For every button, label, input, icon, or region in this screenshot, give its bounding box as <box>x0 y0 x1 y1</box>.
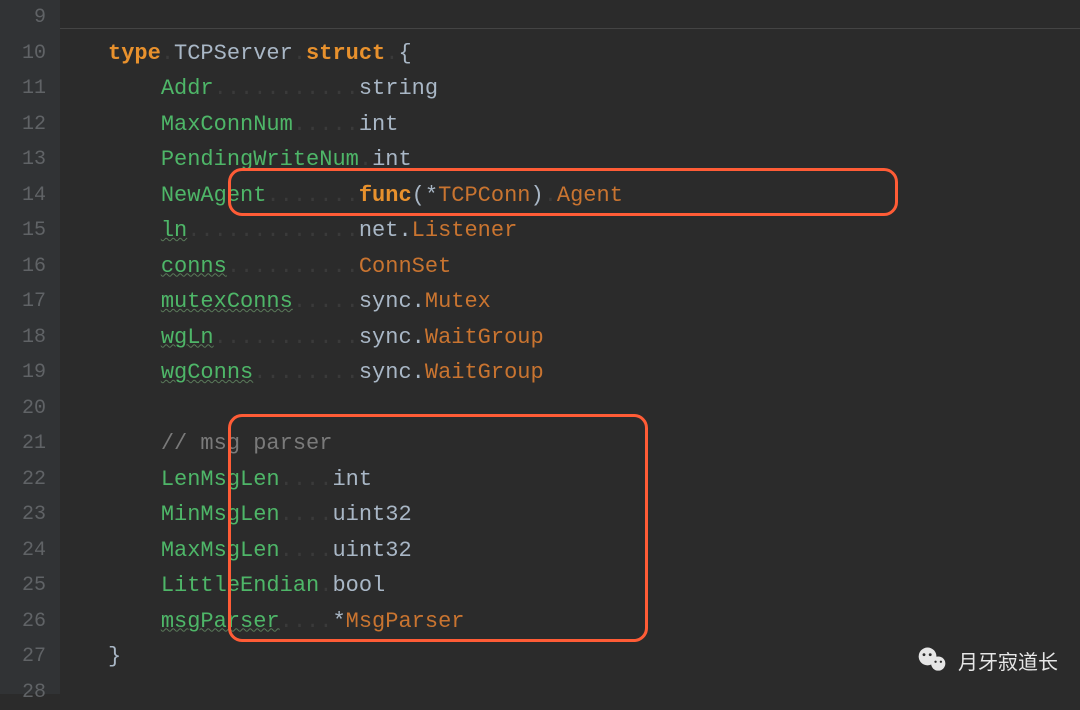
field-name: LittleEndian <box>161 573 319 598</box>
keyword-struct: struct <box>306 41 385 66</box>
keyword-type: type <box>108 41 161 66</box>
line-number: 19 <box>0 355 60 391</box>
package-ref: sync. <box>359 325 425 350</box>
line-number: 24 <box>0 533 60 569</box>
line-number: 18 <box>0 320 60 356</box>
line-number: 14 <box>0 178 60 214</box>
code-line: mutexConns.....sync.Mutex <box>108 284 1080 320</box>
code-line: NewAgent.......func(*TCPConn).Agent <box>108 178 1080 214</box>
line-number: 11 <box>0 71 60 107</box>
code-line: MinMsgLen....uint32 <box>108 497 1080 533</box>
code-line: ln.............net.Listener <box>108 213 1080 249</box>
type-ref: ConnSet <box>359 254 451 279</box>
line-number: 17 <box>0 284 60 320</box>
field-name: MinMsgLen <box>161 502 280 527</box>
field-name: wgConns <box>161 360 253 385</box>
package-ref: sync. <box>359 289 425 314</box>
line-number: 13 <box>0 142 60 178</box>
field-name: NewAgent <box>161 183 267 208</box>
line-number: 12 <box>0 107 60 143</box>
brace-close: } <box>108 644 121 669</box>
watermark: 月牙寂道长 <box>916 644 1058 676</box>
brace-open: { <box>398 41 411 66</box>
line-number: 26 <box>0 604 60 640</box>
code-line: wgLn...........sync.WaitGroup <box>108 320 1080 356</box>
code-line: type.TCPServer.struct.{ <box>108 36 1080 72</box>
line-number: 9 <box>0 0 60 36</box>
type-ref: int <box>332 467 372 492</box>
type-ref: Mutex <box>425 289 491 314</box>
package-ref: sync. <box>359 360 425 385</box>
code-line: wgConns........sync.WaitGroup <box>108 355 1080 391</box>
field-name: msgParser <box>161 609 280 634</box>
code-line: conns..........ConnSet <box>108 249 1080 285</box>
type-identifier: TCPServer <box>174 41 293 66</box>
code-line <box>108 0 1080 36</box>
type-ref: uint32 <box>332 502 411 527</box>
type-ref: WaitGroup <box>425 360 544 385</box>
code-line: MaxMsgLen....uint32 <box>108 533 1080 569</box>
comment: // msg parser <box>161 431 333 456</box>
line-number: 10 <box>0 36 60 72</box>
code-line: Addr...........string <box>108 71 1080 107</box>
line-number: 25 <box>0 568 60 604</box>
wechat-icon <box>916 644 948 676</box>
type-ref: Listener <box>412 218 518 243</box>
code-line <box>108 391 1080 427</box>
field-name: PendingWriteNum <box>161 147 359 172</box>
code-line: LittleEndian.bool <box>108 568 1080 604</box>
line-number: 27 <box>0 639 60 675</box>
code-line: MaxConnNum.....int <box>108 107 1080 143</box>
code-editor: 9 10 11 12 13 14 15 16 17 18 19 20 21 22… <box>0 0 1080 694</box>
type-ref: uint32 <box>332 538 411 563</box>
type-ref: WaitGroup <box>425 325 544 350</box>
field-name: mutexConns <box>161 289 293 314</box>
field-name: MaxConnNum <box>161 112 293 137</box>
line-number-gutter: 9 10 11 12 13 14 15 16 17 18 19 20 21 22… <box>0 0 60 694</box>
line-number: 28 <box>0 675 60 710</box>
code-line: msgParser....*MsgParser <box>108 604 1080 640</box>
line-number: 22 <box>0 462 60 498</box>
type-ref: bool <box>332 573 385 598</box>
package-ref: net. <box>359 218 412 243</box>
code-line: PendingWriteNum.int <box>108 142 1080 178</box>
type-ref: Agent <box>557 183 623 208</box>
line-number: 15 <box>0 213 60 249</box>
keyword-func: func <box>359 183 412 208</box>
type-ref: MsgParser <box>346 609 465 634</box>
type-ref: int <box>372 147 412 172</box>
code-content[interactable]: type.TCPServer.struct.{ Addr...........s… <box>60 0 1080 694</box>
code-line: // msg parser <box>108 426 1080 462</box>
line-number: 21 <box>0 426 60 462</box>
line-number: 23 <box>0 497 60 533</box>
field-name: wgLn <box>161 325 214 350</box>
type-ref: TCPConn <box>438 183 530 208</box>
line-number: 16 <box>0 249 60 285</box>
field-name: MaxMsgLen <box>161 538 280 563</box>
line-number: 20 <box>0 391 60 427</box>
type-ref: string <box>359 76 438 101</box>
type-ref: int <box>359 112 399 137</box>
field-name: conns <box>161 254 227 279</box>
field-name: Addr <box>161 76 214 101</box>
code-line: LenMsgLen....int <box>108 462 1080 498</box>
watermark-text: 月牙寂道长 <box>958 646 1058 675</box>
field-name: ln <box>161 218 187 243</box>
field-name: LenMsgLen <box>161 467 280 492</box>
